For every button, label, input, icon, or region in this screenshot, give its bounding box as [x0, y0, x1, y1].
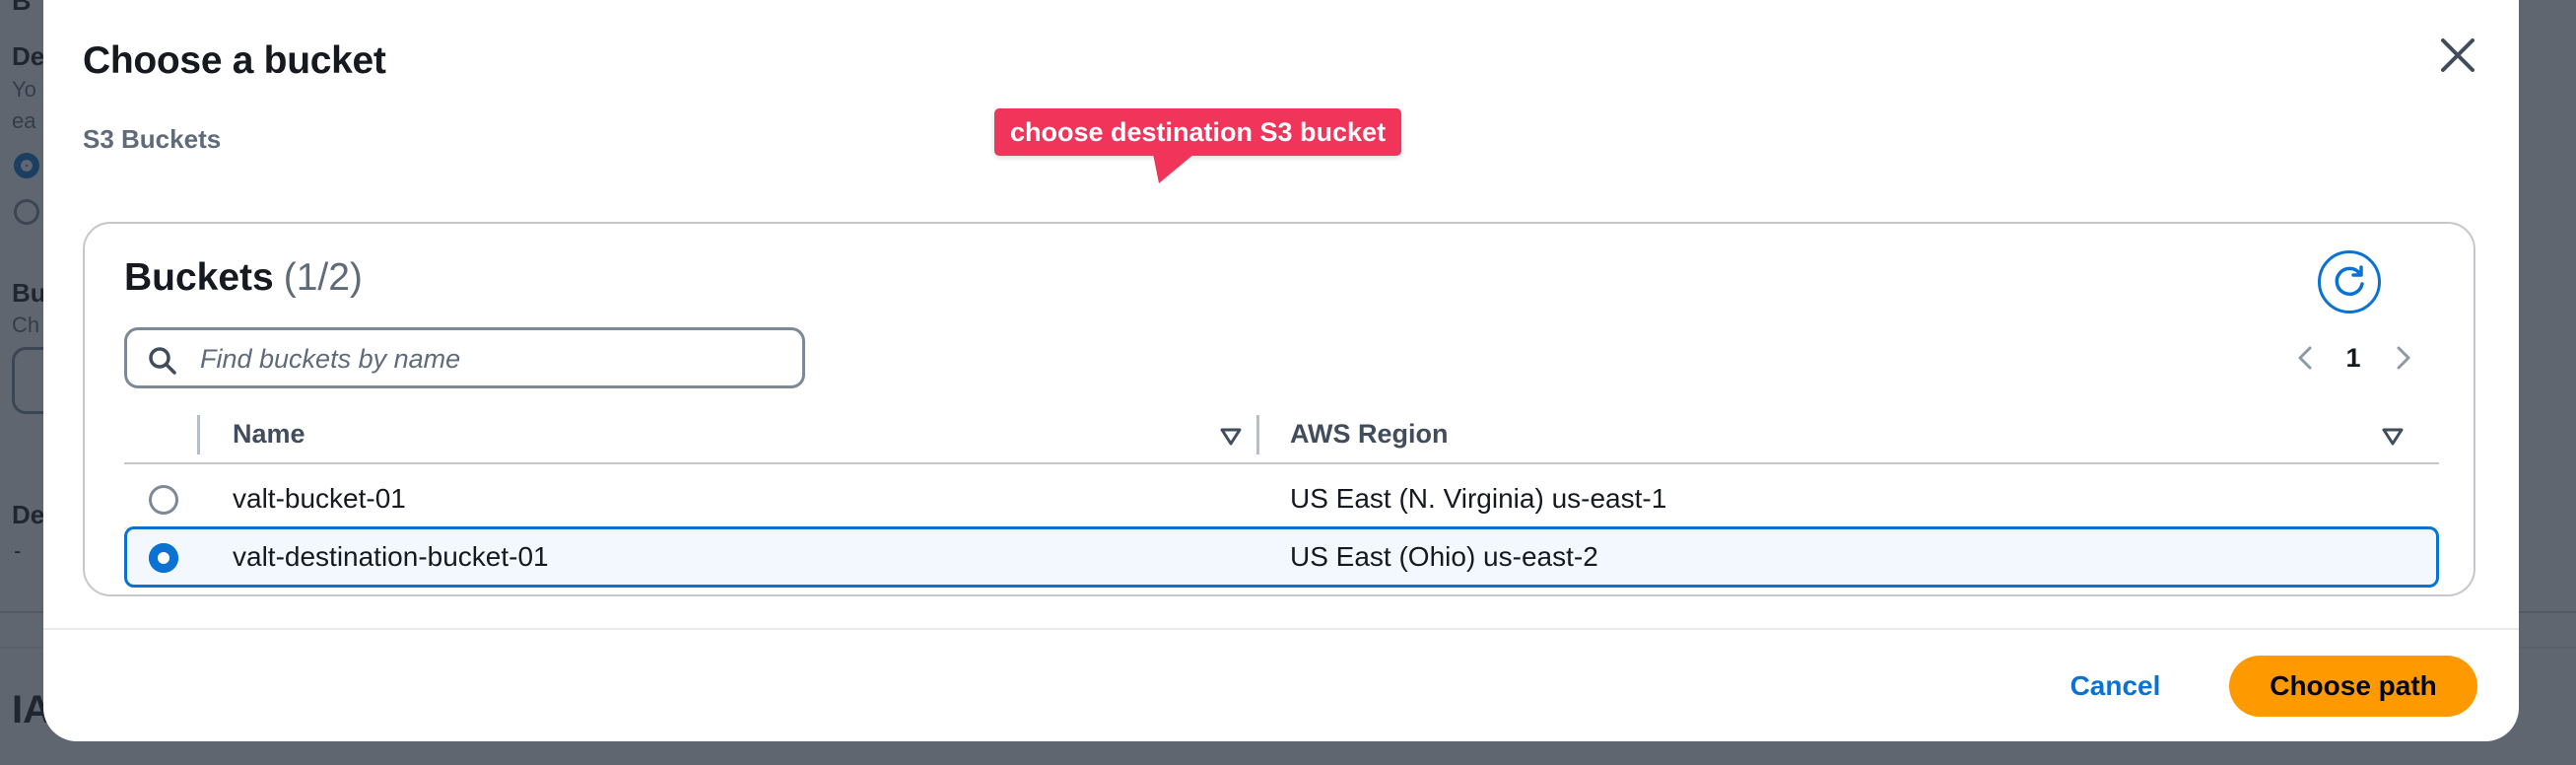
close-icon	[2441, 38, 2474, 72]
pagination-page-1[interactable]: 1	[2337, 340, 2370, 376]
modal-subtitle: S3 Buckets	[83, 124, 222, 154]
table-row[interactable]: valt-bucket-01 US East (N. Virginia) us-…	[124, 468, 2439, 529]
pagination-next-button[interactable]	[2385, 340, 2420, 376]
close-button[interactable]	[2430, 28, 2485, 83]
sort-caret-down-icon[interactable]	[1218, 424, 1244, 450]
table-row-selected[interactable]: valt-destination-bucket-01 US East (Ohio…	[124, 526, 2439, 588]
callout-pointer	[1153, 154, 1194, 183]
bucket-name: valt-destination-bucket-01	[233, 541, 549, 572]
pagination-prev-button[interactable]	[2288, 340, 2324, 376]
column-header-name[interactable]: Name	[233, 419, 305, 450]
bucket-region: US East (Ohio) us-east-2	[1290, 541, 1598, 572]
buckets-container: Buckets(1/2) 1 N	[83, 222, 2475, 596]
table-header-divider	[124, 462, 2439, 464]
chevron-right-icon	[2397, 346, 2410, 370]
search-box	[124, 327, 805, 388]
buckets-count: (1/2)	[283, 256, 363, 299]
bucket-region: US East (N. Virginia) us-east-1	[1290, 483, 1667, 514]
column-separator[interactable]	[1256, 415, 1259, 454]
search-icon	[149, 347, 176, 375]
choose-path-button[interactable]: Choose path	[2229, 656, 2477, 717]
column-separator	[197, 415, 200, 454]
column-header-region[interactable]: AWS Region	[1290, 419, 1449, 450]
annotation-callout: choose destination S3 bucket	[994, 108, 1402, 156]
footer-divider	[43, 628, 2519, 630]
refresh-icon	[2335, 265, 2364, 297]
refresh-button[interactable]	[2318, 250, 2381, 313]
buckets-header: Buckets (1/2)	[124, 256, 363, 300]
search-input[interactable]	[198, 338, 783, 380]
row-radio[interactable]	[149, 485, 178, 515]
modal-title: Choose a bucket	[83, 39, 386, 82]
chevron-left-icon	[2298, 346, 2312, 370]
row-radio-selected[interactable]	[149, 543, 178, 573]
choose-bucket-modal: Choose a bucket S3 Buckets Buckets(1/2)	[43, 0, 2519, 741]
buckets-title: Buckets	[124, 256, 274, 299]
cancel-button[interactable]: Cancel	[2059, 656, 2172, 717]
sort-caret-down-icon[interactable]	[2380, 424, 2406, 450]
bucket-name: valt-bucket-01	[233, 483, 406, 514]
